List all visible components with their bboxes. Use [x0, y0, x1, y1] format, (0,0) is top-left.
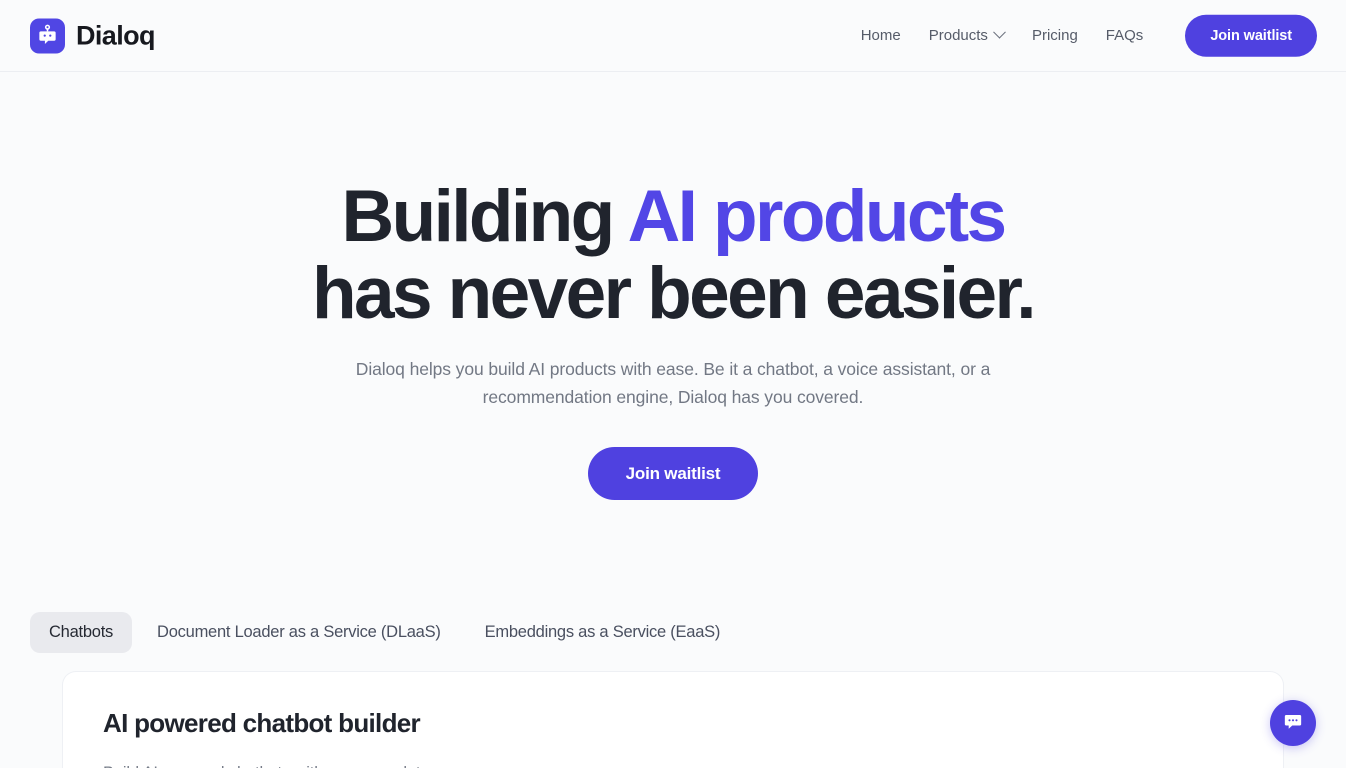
hero-section: Building AI products has never been easi…	[0, 72, 1346, 501]
nav-link-home-label: Home	[860, 27, 901, 44]
site-header: Dialoq Home Products Pricing FAQs Join w…	[0, 0, 1346, 72]
nav-link-home[interactable]: Home	[847, 20, 915, 51]
brand-name: Dialoq	[76, 20, 156, 50]
product-tabs-section: Chatbots Document Loader as a Service (D…	[0, 612, 1346, 768]
panel-title: AI powered chatbot builder	[103, 707, 421, 738]
nav-link-faqs-label: FAQs	[1105, 27, 1144, 44]
header-join-waitlist-button[interactable]: Join waitlist	[1185, 14, 1317, 57]
panel-body-line-1: Build AI powered chatbots with your own …	[103, 761, 1243, 768]
chat-widget-launcher-button[interactable]	[1270, 700, 1316, 746]
tab-embeddings-as-a-service[interactable]: Embeddings as a Service (EaaS)	[466, 612, 740, 653]
hero-title-accent: AI products	[627, 176, 1008, 257]
tablist: Chatbots Document Loader as a Service (D…	[30, 612, 1316, 653]
panel-body: Build AI powered chatbots with your own …	[103, 761, 1243, 768]
primary-nav: Home Products Pricing FAQs Join waitlist	[847, 14, 1317, 57]
nav-link-faqs[interactable]: FAQs	[1092, 20, 1158, 51]
tab-chatbots[interactable]: Chatbots	[30, 612, 133, 653]
nav-link-pricing-label: Pricing	[1031, 27, 1078, 44]
hero-title-part1: Building	[341, 176, 628, 257]
nav-link-pricing[interactable]: Pricing	[1018, 20, 1092, 51]
robot-chat-icon	[30, 18, 65, 53]
hero-join-waitlist-button[interactable]: Join waitlist	[587, 447, 759, 501]
chevron-down-icon	[993, 26, 1006, 39]
tab-panel-chatbots: AI powered chatbot builder Build AI powe…	[62, 670, 1284, 768]
nav-link-products[interactable]: Products	[915, 20, 1018, 51]
nav-link-products-label: Products	[928, 27, 988, 44]
brand-logo-link[interactable]: Dialoq	[30, 18, 156, 53]
page-title: Building AI products has never been easi…	[293, 178, 1053, 333]
tab-document-loader-as-a-service[interactable]: Document Loader as a Service (DLaaS)	[138, 612, 460, 653]
hero-title-part2: has never been easier.	[312, 253, 1037, 335]
hero-subtitle: Dialoq helps you build AI products with …	[355, 358, 991, 408]
chat-bubble-dots-icon	[1282, 711, 1304, 736]
hero-cta-wrap: Join waitlist	[0, 447, 1346, 501]
